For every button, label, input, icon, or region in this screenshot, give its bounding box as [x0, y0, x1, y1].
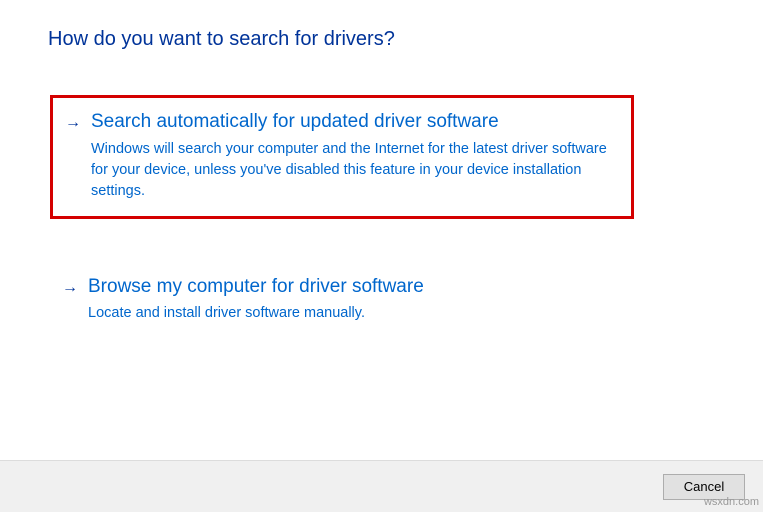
arrow-right-icon: →	[62, 279, 78, 297]
page-title: How do you want to search for drivers?	[48, 28, 713, 51]
option-manual-description: Locate and install driver software manua…	[88, 303, 622, 324]
option-search-automatically[interactable]: → Search automatically for updated drive…	[50, 95, 634, 219]
arrow-right-icon: →	[65, 114, 81, 132]
watermark: wsxdn.com	[704, 496, 759, 508]
option-auto-description: Windows will search your computer and th…	[91, 139, 619, 202]
option-manual-title: Browse my computer for driver software	[88, 275, 622, 300]
footer-bar: Cancel	[0, 460, 763, 512]
option-auto-title: Search automatically for updated driver …	[91, 110, 619, 135]
option-browse-computer[interactable]: → Browse my computer for driver software…	[50, 263, 634, 339]
